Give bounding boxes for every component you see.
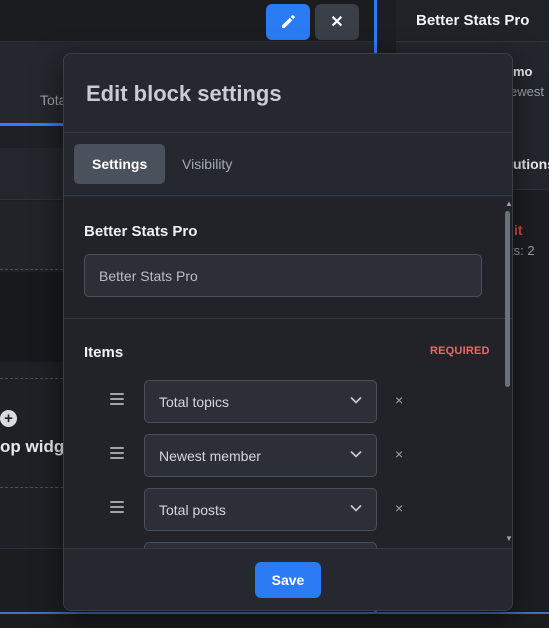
- right-sidebar-title: Better Stats Pro: [416, 12, 530, 29]
- drag-handle-icon[interactable]: [110, 501, 124, 513]
- required-badge: REQUIRED: [430, 345, 490, 357]
- background-bottom-strip: [0, 614, 549, 628]
- block-name-input[interactable]: Better Stats Pro: [84, 254, 482, 297]
- item-select[interactable]: Total topics: [144, 380, 377, 423]
- right-sidebar-link[interactable]: it: [514, 222, 523, 238]
- item-select-value: Newest member: [159, 447, 261, 464]
- add-widget-icon[interactable]: +: [0, 410, 17, 427]
- edit-block-settings-modal: Edit block settings Settings Visibility …: [63, 53, 513, 611]
- remove-item-button[interactable]: ×: [395, 392, 403, 408]
- pencil-icon: [282, 15, 295, 28]
- remove-item-button[interactable]: ×: [395, 446, 403, 462]
- list-item: Newest member ×: [64, 434, 512, 478]
- modal-footer: Save: [64, 548, 512, 610]
- divider: [64, 318, 512, 319]
- item-select[interactable]: Total posts: [144, 488, 377, 531]
- edit-block-button[interactable]: [266, 4, 310, 40]
- tab-visibility[interactable]: Visibility: [164, 144, 250, 184]
- drag-handle-icon[interactable]: [110, 393, 124, 405]
- right-sidebar-text: mo: [513, 64, 533, 79]
- modal-header: Edit block settings: [64, 54, 512, 133]
- chevron-down-icon: [350, 396, 362, 404]
- list-item: Total topics ×: [64, 380, 512, 424]
- items-label: Items: [84, 344, 124, 361]
- scroll-up-icon[interactable]: ▲: [505, 200, 512, 208]
- remove-item-button[interactable]: ×: [395, 500, 403, 516]
- right-sidebar-text: ts: 2: [510, 243, 535, 258]
- item-select-value: Total topics: [159, 393, 230, 410]
- name-field-label: Better Stats Pro: [84, 223, 198, 240]
- right-sidebar-text: utions: [513, 156, 549, 172]
- scrollbar-thumb[interactable]: [505, 211, 510, 387]
- right-sidebar-text: ewest: [510, 84, 544, 99]
- item-select[interactable]: Newest member: [144, 434, 377, 477]
- close-block-button[interactable]: ✕: [315, 4, 359, 40]
- list-item: Total posts ×: [64, 488, 512, 532]
- modal-title: Edit block settings: [86, 81, 282, 106]
- item-select-value: Total posts: [159, 501, 226, 518]
- drag-handle-icon[interactable]: [110, 447, 124, 459]
- save-button[interactable]: Save: [255, 562, 321, 598]
- tab-settings[interactable]: Settings: [74, 144, 166, 184]
- modal-tabs: Settings Visibility: [64, 133, 512, 196]
- modal-body: Better Stats Pro Better Stats Pro Items …: [64, 197, 512, 548]
- background-tab-underline: [0, 123, 70, 126]
- chevron-down-icon: [350, 450, 362, 458]
- background-widget-text: op widg: [0, 437, 65, 456]
- chevron-down-icon: [350, 504, 362, 512]
- scroll-down-icon[interactable]: ▼: [505, 535, 512, 543]
